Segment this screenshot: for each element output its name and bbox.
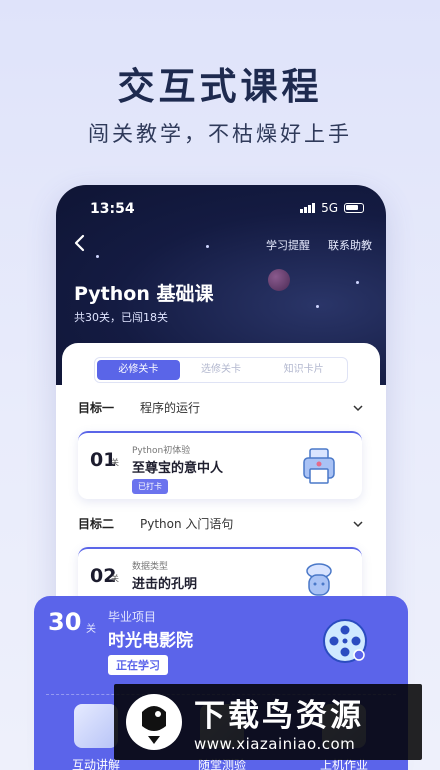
bird-logo-icon xyxy=(126,694,182,750)
hero-title: 交互式课程 xyxy=(117,65,323,108)
course-title: Python 基础课 xyxy=(74,283,214,305)
film-reel-icon xyxy=(323,619,367,663)
lesson-number-suffix: 关 xyxy=(111,458,119,467)
chevron-down-icon xyxy=(353,404,363,411)
goal-name: 程序的运行 xyxy=(140,401,201,415)
course-progress: 共30关，已闯18关 xyxy=(74,311,168,324)
feature-label: 互动讲解 xyxy=(71,758,120,770)
tab-knowledge-cards[interactable]: 知识卡片 xyxy=(262,360,345,380)
lesson-name: 进击的孔明 xyxy=(132,577,198,592)
tab-elective[interactable]: 选修关卡 xyxy=(180,360,263,380)
lesson-category: Python初体验 xyxy=(132,446,191,456)
star-decoration xyxy=(316,305,319,308)
tab-required[interactable]: 必修关卡 xyxy=(97,360,180,380)
back-arrow-icon[interactable] xyxy=(70,233,90,253)
goal-row[interactable]: 目标二 Python 入门语句 xyxy=(78,515,364,532)
star-decoration xyxy=(96,255,99,258)
goal-label: 目标一 xyxy=(78,401,115,415)
contact-tutor-link[interactable]: 联系助教 xyxy=(328,237,372,253)
watermark-banner: 下载鸟资源 www.xiazainiao.com xyxy=(114,684,422,760)
star-decoration xyxy=(206,245,209,248)
hero-subtitle: 闯关教学，不枯燥好上手 xyxy=(88,122,352,146)
lesson-number-suffix: 关 xyxy=(111,574,119,583)
lesson-card[interactable]: 01 关 Python初体验 至尊宝的意中人 已打卡 xyxy=(78,431,362,499)
printer-illustration-icon xyxy=(303,448,335,484)
battery-icon xyxy=(344,203,364,213)
lesson-tabs: 必修关卡 选修关卡 知识卡片 xyxy=(94,357,348,383)
network-label: 5G xyxy=(321,201,338,215)
project-category: 毕业项目 xyxy=(108,610,157,624)
goal-name: Python 入门语句 xyxy=(140,517,234,531)
project-number: 30 xyxy=(48,608,82,636)
study-reminder-link[interactable]: 学习提醒 xyxy=(266,237,310,253)
goal-row[interactable]: 目标一 程序的运行 xyxy=(78,399,364,416)
header-nav: 学习提醒 联系助教 xyxy=(266,237,372,253)
signal-icon xyxy=(300,203,316,213)
project-name: 时光电影院 xyxy=(108,631,193,651)
status-indicators: 5G xyxy=(300,201,364,215)
planet-decoration xyxy=(268,269,290,291)
goal-label: 目标二 xyxy=(78,517,115,531)
watermark-url: www.xiazainiao.com xyxy=(194,735,356,753)
lesson-category: 数据类型 xyxy=(132,562,169,572)
project-number-suffix: 关 xyxy=(86,624,96,635)
learning-status-badge: 正在学习 xyxy=(108,655,168,675)
watermark-title: 下载鸟资源 xyxy=(194,698,364,734)
lesson-name: 至尊宝的意中人 xyxy=(132,461,224,476)
checked-in-badge: 已打卡 xyxy=(132,479,168,494)
star-decoration xyxy=(356,281,359,284)
interactive-lecture-icon xyxy=(74,704,118,748)
chevron-down-icon xyxy=(353,520,363,527)
status-time: 13:54 xyxy=(90,201,135,217)
